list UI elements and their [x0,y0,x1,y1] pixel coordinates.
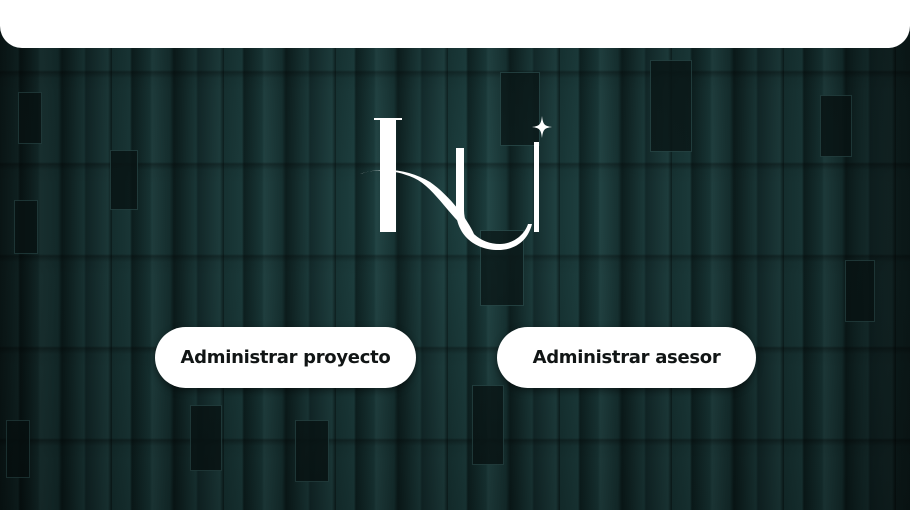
hu-monogram-logo-icon [356,112,556,252]
manage-advisor-label: Administrar asesor [532,347,721,368]
manage-project-button[interactable]: Administrar proyecto [155,327,416,388]
manage-project-label: Administrar proyecto [180,347,391,368]
top-header-bar [0,0,910,48]
manage-advisor-button[interactable]: Administrar asesor [497,327,756,388]
background-overlay [0,0,910,510]
